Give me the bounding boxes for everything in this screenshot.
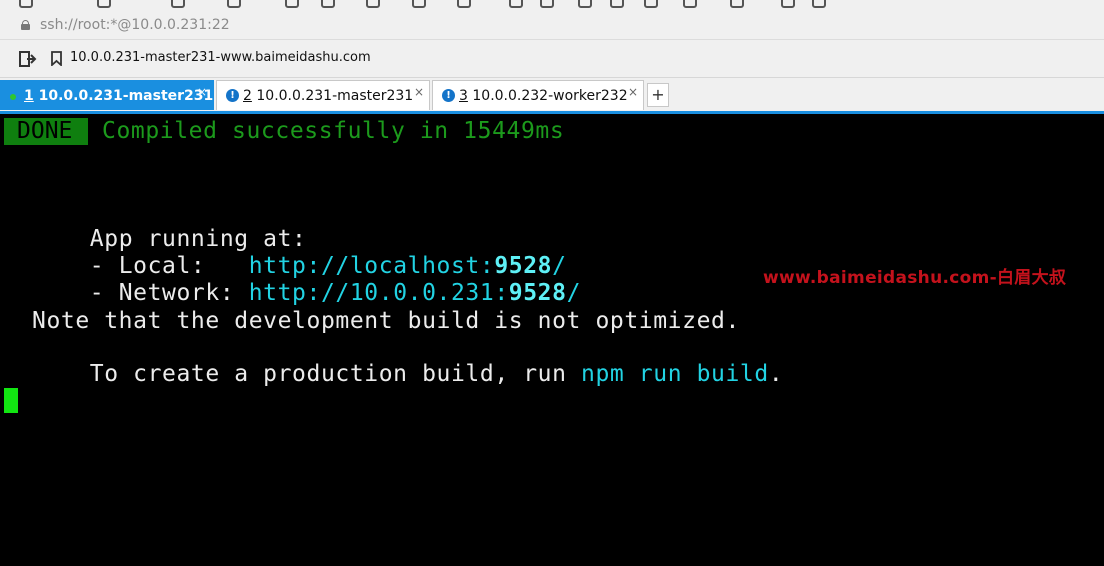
toolbar-button-icon[interactable]: [97, 0, 111, 8]
close-icon[interactable]: ×: [628, 85, 638, 99]
toolbar-button-icon[interactable]: [321, 0, 335, 8]
alert-icon: !: [442, 89, 455, 102]
links-bar: 10.0.0.231-master231-www.baimeidashu.com: [0, 40, 1104, 78]
tab-label: 10.0.0.231-master231: [256, 88, 414, 104]
toolbar-button-icon[interactable]: [509, 0, 523, 8]
lock-icon: [21, 20, 30, 30]
note-line: Note that the development build is not o…: [32, 308, 740, 334]
toolbar-button-icon[interactable]: [578, 0, 592, 8]
connected-status-icon: [10, 94, 16, 100]
toolbar-button-icon[interactable]: [812, 0, 826, 8]
terminal-cursor: [4, 388, 18, 413]
add-tab-button[interactable]: +: [647, 83, 669, 107]
network-label: - Network:: [89, 280, 249, 306]
toolbar-button-icon[interactable]: [171, 0, 185, 8]
tab-session-2[interactable]: ! 2 10.0.0.231-master231 ×: [216, 80, 430, 110]
network-url-slash[interactable]: /: [567, 280, 581, 306]
tab-number: 2: [243, 88, 252, 104]
toolbar-button-icon[interactable]: [19, 0, 33, 8]
toolbar-button-icon[interactable]: [610, 0, 624, 8]
toolbar-button-icon[interactable]: [540, 0, 554, 8]
toolbar-button-icon[interactable]: [227, 0, 241, 8]
address-url[interactable]: ssh://root:*@10.0.0.231:22: [40, 17, 230, 33]
session-link[interactable]: 10.0.0.231-master231-www.baimeidashu.com: [70, 50, 371, 65]
toolbar-button-icon[interactable]: [366, 0, 380, 8]
tab-label: 10.0.0.232-worker232: [472, 88, 628, 104]
alert-icon: !: [226, 89, 239, 102]
build-command: npm run build: [581, 361, 769, 387]
toolbar-button-icon[interactable]: [683, 0, 697, 8]
tab-session-3[interactable]: ! 3 10.0.0.232-worker232 ×: [432, 80, 644, 110]
network-url[interactable]: http://10.0.0.231:: [249, 280, 509, 306]
compiled-message: Compiled successfully in 15449ms: [102, 118, 565, 144]
toolbar-button-icon[interactable]: [412, 0, 426, 8]
toolbar-button-icon[interactable]: [644, 0, 658, 8]
watermark: www.baimeidashu.com-白眉大叔: [763, 268, 1067, 288]
toolbar-button-icon[interactable]: [285, 0, 299, 8]
build-hint-period: .: [768, 361, 784, 387]
done-badge: DONE: [4, 118, 88, 145]
open-session-icon[interactable]: [19, 50, 37, 68]
toolbar-button-icon[interactable]: [457, 0, 471, 8]
network-port[interactable]: 9528: [509, 280, 567, 306]
build-hint-text: To create a production build, run: [89, 361, 582, 387]
close-icon[interactable]: ×: [414, 85, 424, 99]
toolbar: [0, 0, 1104, 10]
tab-number: 3: [459, 88, 468, 104]
tab-number: 1: [24, 88, 34, 104]
close-icon[interactable]: ×: [197, 85, 207, 99]
build-hint-line: To create a production build, run npm ru…: [32, 335, 783, 413]
toolbar-button-icon[interactable]: [781, 0, 795, 8]
tab-label: 10.0.0.231-master231: [38, 88, 214, 104]
bookmark-icon: [51, 51, 62, 66]
toolbar-button-icon[interactable]: [730, 0, 744, 8]
tab-session-1[interactable]: 1 10.0.0.231-master231 ×: [0, 80, 214, 110]
address-bar[interactable]: ssh://root:*@10.0.0.231:22: [0, 10, 1104, 40]
terminal-output[interactable]: DONE Compiled successfully in 15449ms Ap…: [0, 114, 1104, 566]
